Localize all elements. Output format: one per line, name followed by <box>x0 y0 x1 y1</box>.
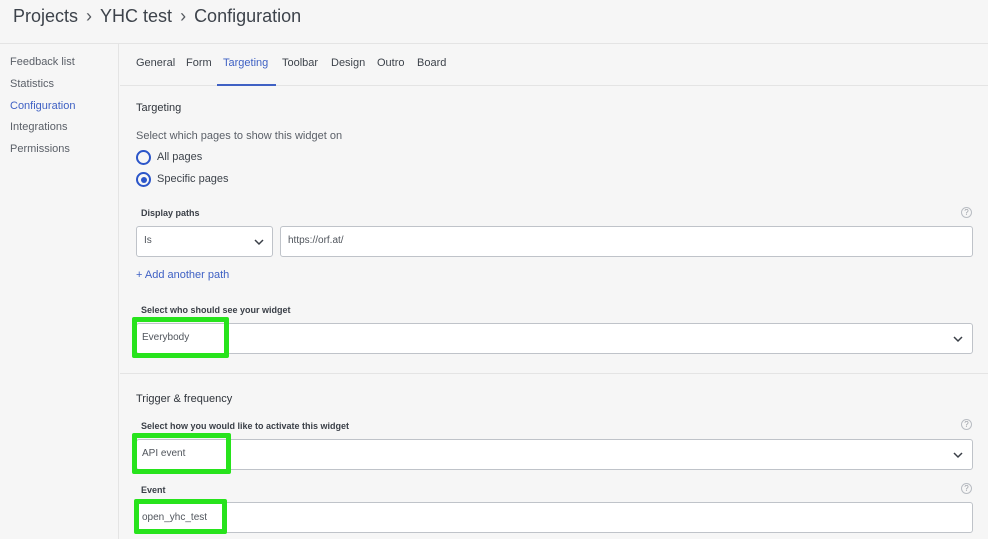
tab-form[interactable]: Form <box>186 57 212 69</box>
path-operator-value: Is <box>144 235 152 246</box>
display-paths-label: Display paths <box>141 208 200 218</box>
audience-label: Select who should see your widget <box>141 305 291 315</box>
breadcrumb-project[interactable]: YHC test <box>100 6 172 27</box>
specific-pages-radio[interactable] <box>136 172 151 187</box>
tab-board[interactable]: Board <box>417 57 446 69</box>
question-circle-icon[interactable]: ? <box>961 207 972 218</box>
tab-toolbar[interactable]: Toolbar <box>282 57 318 69</box>
targeting-section-title: Targeting <box>136 102 182 114</box>
event-value: open_yhc_test <box>142 512 208 523</box>
event-label: Event <box>141 485 166 495</box>
sidebar-item-permissions[interactable]: Permissions <box>10 143 70 155</box>
trigger-section-title: Trigger & frequency <box>136 393 233 405</box>
chevron-down-icon <box>254 239 264 246</box>
tab-design[interactable]: Design <box>331 57 365 69</box>
page-title: Configuration <box>194 6 302 26</box>
question-circle-icon[interactable]: ? <box>961 483 972 494</box>
pages-prompt: Select which pages to show this widget o… <box>136 130 343 142</box>
audience-select[interactable] <box>136 323 973 354</box>
sidebar-item-statistics[interactable]: Statistics <box>10 78 54 90</box>
sidebar-item-integrations[interactable]: Integrations <box>10 121 67 133</box>
active-tab-indicator <box>217 84 276 86</box>
chevron-down-icon <box>953 336 963 343</box>
breadcrumb: Projects › YHC test › Configuration <box>13 6 301 27</box>
activation-select[interactable] <box>136 439 973 470</box>
breadcrumb-separator: › <box>86 6 93 26</box>
page-header: Projects › YHC test › Configuration <box>0 0 988 44</box>
path-value-text: https://orf.at/ <box>288 235 344 246</box>
event-input[interactable] <box>136 502 973 533</box>
audience-value: Everybody <box>142 332 190 343</box>
tab-general[interactable]: General <box>136 57 175 69</box>
activation-value: API event <box>142 448 186 459</box>
all-pages-label: All pages <box>157 151 203 163</box>
tab-targeting[interactable]: Targeting <box>223 57 268 69</box>
breadcrumb-separator: › <box>180 6 187 26</box>
main-content: General Form Targeting Toolbar Design Ou… <box>120 44 988 539</box>
breadcrumb-projects[interactable]: Projects <box>13 6 78 27</box>
activate-label: Select how you would like to activate th… <box>141 421 350 431</box>
all-pages-radio[interactable] <box>136 150 151 165</box>
tab-outro[interactable]: Outro <box>377 57 405 69</box>
sidebar-item-feedback-list[interactable]: Feedback list <box>10 56 75 68</box>
chevron-down-icon <box>953 452 963 459</box>
specific-pages-label: Specific pages <box>157 173 229 185</box>
question-circle-icon[interactable]: ? <box>961 419 972 430</box>
add-another-path-link[interactable]: + Add another path <box>136 269 229 281</box>
sidebar-item-configuration[interactable]: Configuration <box>10 100 75 112</box>
section-divider <box>120 373 988 374</box>
tab-bar: General Form Targeting Toolbar Design Ou… <box>120 44 988 86</box>
path-operator-select[interactable]: Is <box>136 226 273 257</box>
sidebar: Feedback list Statistics Configuration I… <box>0 44 119 539</box>
path-value-input[interactable]: https://orf.at/ <box>280 226 973 257</box>
